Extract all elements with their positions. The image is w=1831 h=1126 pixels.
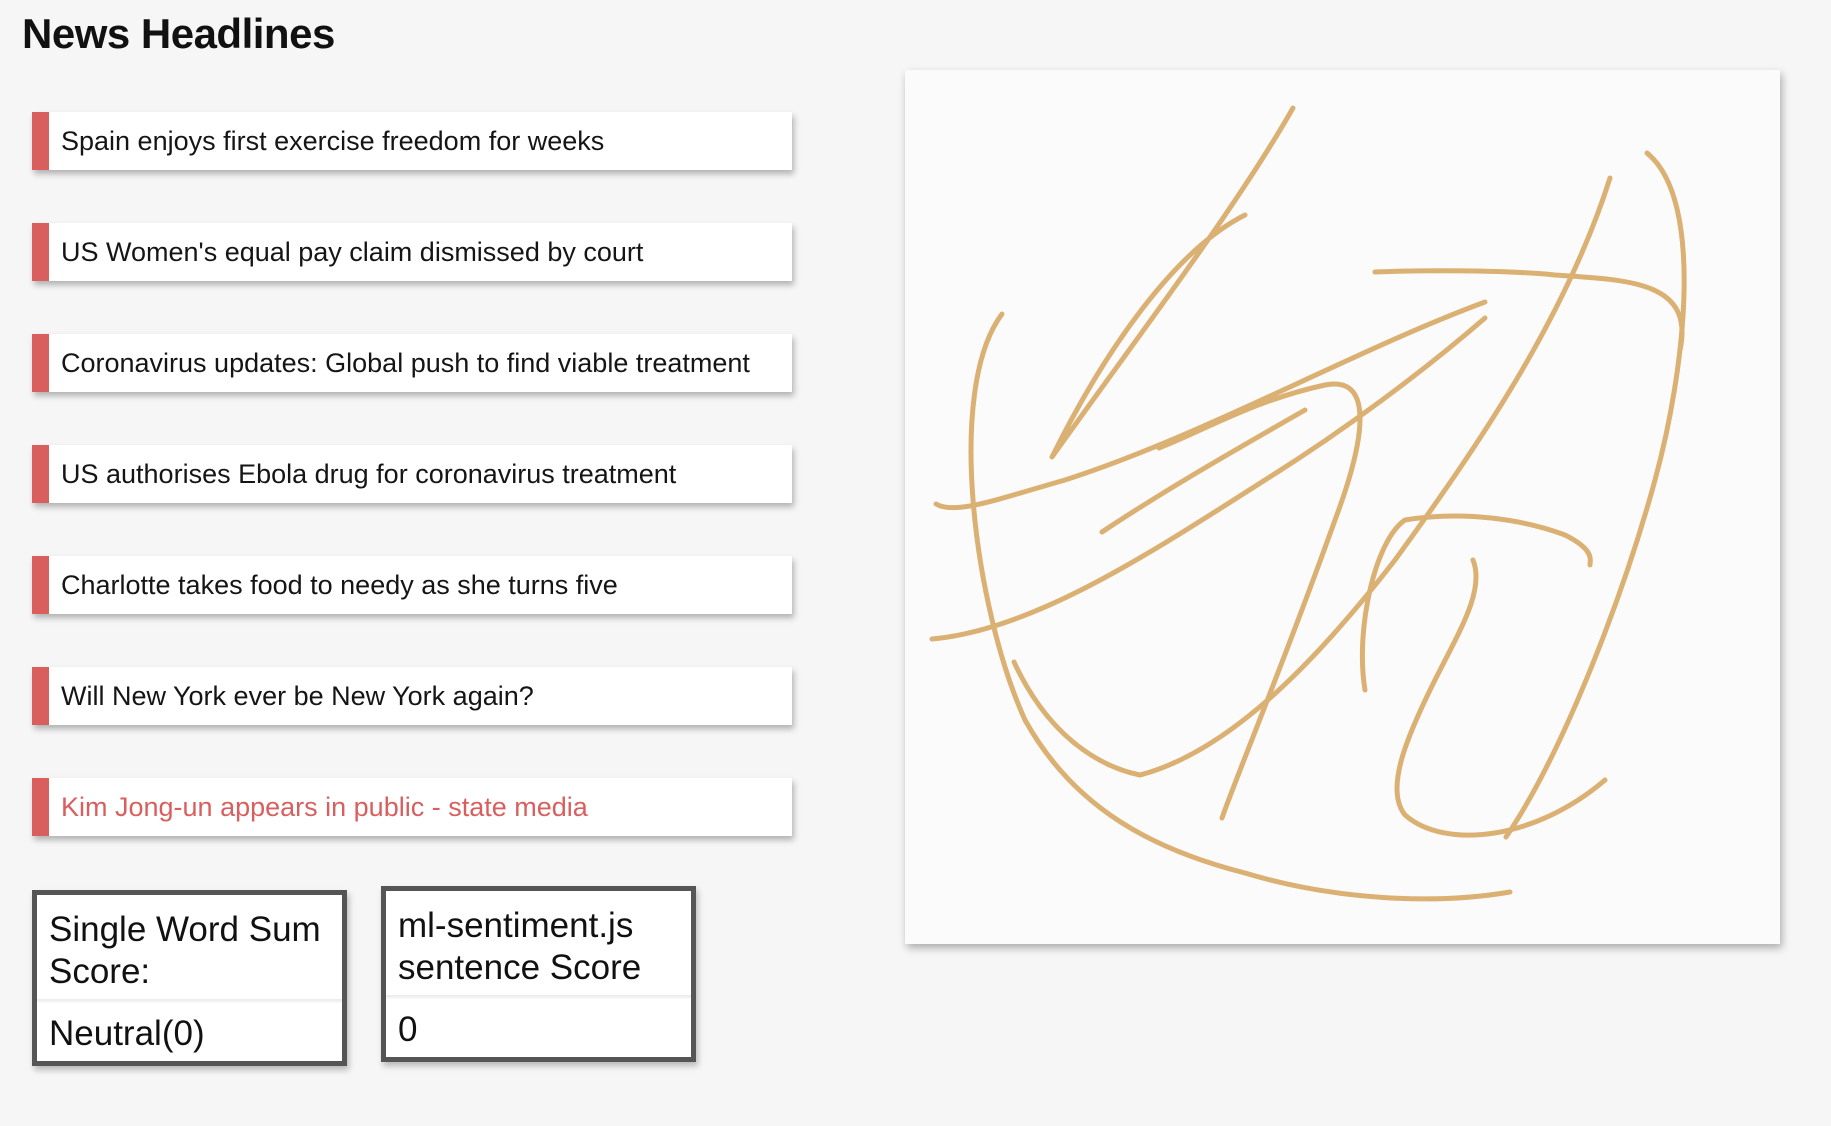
headline-text: US Women's equal pay claim dismissed by … [61,236,644,267]
headline-item-selected[interactable]: Kim Jong-un appears in public - state me… [32,778,792,836]
headline-text: Coronavirus updates: Global push to find… [61,347,750,378]
ml-sentiment-score-value: 0 [398,1010,418,1049]
headline-item[interactable]: Will New York ever be New York again? [32,667,792,725]
headline-text: Spain enjoys first exercise freedom for … [61,125,605,156]
headline-text: Kim Jong-un appears in public - state me… [61,791,588,822]
ml-sentiment-score-box: ml-sentiment.js sentence Score 0 [381,886,696,1062]
headline-item[interactable]: Coronavirus updates: Global push to find… [32,334,792,392]
freehand-stroke [1359,513,1593,693]
ml-sentiment-score-title: ml-sentiment.js sentence Score [398,906,642,987]
freehand-stroke [1372,268,1685,353]
headline-item[interactable]: Charlotte takes food to needy as she tur… [32,556,792,614]
headline-item[interactable]: US authorises Ebola drug for coronavirus… [32,445,792,503]
drawing-strokes [929,105,1687,902]
page-title: News Headlines [22,10,335,57]
word-sum-score-title: Single Word Sum Score: [49,910,321,991]
word-sum-score-box: Single Word Sum Score: Neutral(0) [32,890,347,1066]
headline-item[interactable]: Spain enjoys first exercise freedom for … [32,112,792,170]
freehand-stroke [1394,557,1608,838]
freehand-stroke [933,299,1488,511]
headline-text: Will New York ever be New York again? [61,680,534,711]
headline-list: Spain enjoys first exercise freedom for … [32,112,792,889]
freehand-stroke [1503,150,1687,840]
drawing-canvas[interactable] [905,70,1780,944]
headline-item[interactable]: US Women's equal pay claim dismissed by … [32,223,792,281]
freehand-stroke [929,315,1488,642]
freehand-stroke [1011,175,1613,778]
headline-text: US authorises Ebola drug for coronavirus… [61,458,677,489]
headline-text: Charlotte takes food to needy as she tur… [61,569,618,600]
word-sum-score-value: Neutral(0) [49,1014,205,1053]
